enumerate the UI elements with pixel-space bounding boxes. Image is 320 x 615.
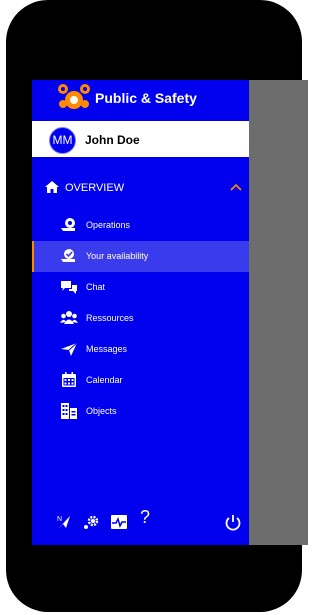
menu-item-objects[interactable]: Objects — [32, 396, 249, 427]
menu-item-calendar[interactable]: Calendar — [32, 365, 249, 396]
chevron-up-icon[interactable] — [230, 183, 242, 191]
activity-icon[interactable] — [110, 513, 128, 531]
operations-icon — [60, 217, 78, 233]
menu-item-operations[interactable]: Operations — [32, 210, 249, 241]
avatar: MM — [49, 127, 76, 154]
content-overlay[interactable] — [249, 80, 308, 545]
phone-frame: Public & Safety MM John Doe OVERVIEW Ope… — [6, 0, 308, 612]
menu-item-label: Ressources — [86, 313, 134, 323]
settings-icon[interactable] — [82, 513, 100, 531]
menu-item-label: Objects — [86, 406, 117, 416]
messages-icon — [60, 341, 78, 357]
calendar-icon — [60, 372, 78, 388]
overview-label: OVERVIEW — [65, 182, 125, 194]
help-icon[interactable]: ? — [140, 507, 150, 528]
menu-item-chat[interactable]: Chat — [32, 272, 249, 303]
menu-item-your-availability[interactable]: Your availability — [32, 241, 249, 272]
menu-item-label: Calendar — [86, 375, 123, 385]
overview-section-header[interactable]: OVERVIEW — [32, 178, 249, 198]
app-logo-icon — [56, 82, 92, 116]
menu-item-label: Operations — [86, 220, 131, 230]
navigation-drawer: Public & Safety MM John Doe OVERVIEW Ope… — [32, 80, 249, 545]
menu-item-ressources[interactable]: Ressources — [32, 303, 249, 334]
app-header: Public & Safety — [32, 80, 249, 120]
menu-item-label: Chat — [86, 282, 106, 292]
availability-icon — [60, 248, 78, 264]
user-profile[interactable]: MM John Doe — [32, 121, 249, 157]
objects-icon — [60, 403, 78, 419]
power-icon[interactable] — [224, 513, 242, 531]
svg-text:N: N — [57, 516, 62, 523]
user-name: John Doe — [85, 133, 140, 147]
home-icon — [44, 180, 60, 194]
resources-icon — [60, 310, 78, 326]
compass-icon[interactable]: N — [56, 513, 74, 531]
menu-item-label: Messages — [86, 344, 128, 354]
menu-item-messages[interactable]: Messages — [32, 334, 249, 365]
chat-icon — [60, 279, 78, 295]
app-screen: Public & Safety MM John Doe OVERVIEW Ope… — [32, 80, 308, 545]
menu-item-label: Your availability — [86, 251, 149, 261]
app-title: Public & Safety — [95, 90, 197, 106]
